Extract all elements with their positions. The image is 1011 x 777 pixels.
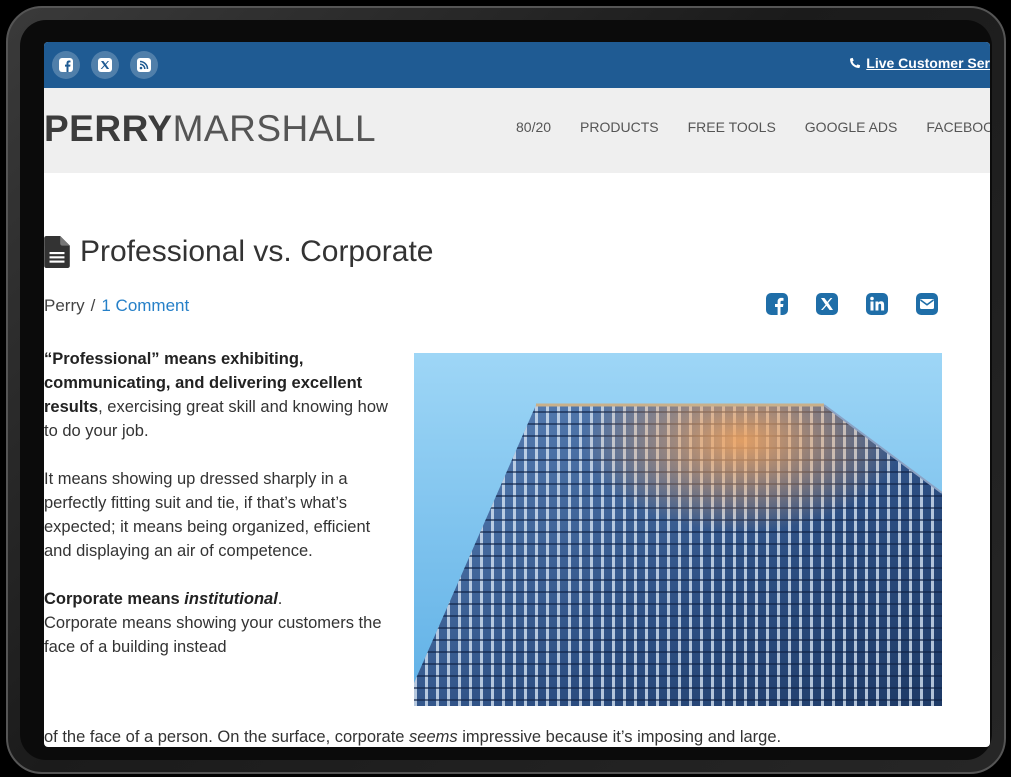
site-logo[interactable]: PERRYMARSHALL [44, 108, 376, 150]
nav-item-products[interactable]: PRODUCTS [580, 119, 659, 135]
main-nav: 80/20 PRODUCTS FREE TOOLS GOOGLE ADS FAC… [516, 119, 990, 135]
p3-text: Corporate means showing your customers t… [44, 614, 382, 656]
p3-bold-italic: institutional [184, 590, 278, 608]
site-header: PERRYMARSHALL 80/20 PRODUCTS FREE TOOLS … [44, 88, 990, 173]
post-body-column: “Professional” means exhibiting, communi… [44, 347, 389, 659]
p3-wide-emphasis: seems [409, 728, 458, 746]
x-icon[interactable] [91, 51, 119, 79]
p3-period: . [277, 590, 283, 608]
post-title: Professional vs. Corporate [80, 235, 434, 268]
comments-link[interactable]: 1 Comment [101, 296, 189, 315]
paragraph-2: It means showing up dressed sharply in a… [44, 470, 371, 560]
share-facebook-icon[interactable] [765, 292, 789, 316]
p3-bold-lead: Corporate means [44, 590, 185, 608]
live-customer-service-link[interactable]: Live Customer Ser [848, 55, 990, 71]
logo-light-text: MARSHALL [172, 108, 377, 149]
p3-wide-text-a: of the face of a person. On the surface,… [44, 728, 410, 746]
paragraph-1: “Professional” means exhibiting, communi… [44, 347, 389, 443]
paragraph-3-continued: of the face of a person. On the surface,… [44, 725, 990, 747]
rss-icon[interactable] [130, 51, 158, 79]
byline-separator: / [90, 296, 96, 315]
building-photo [414, 353, 942, 706]
share-linkedin-icon[interactable] [865, 292, 889, 316]
phone-icon [850, 57, 861, 68]
document-icon [44, 236, 70, 268]
p3-bold-text: Corporate means institutional [44, 590, 278, 608]
p3-wide-text-b: impressive because it’s imposing and lar… [457, 728, 782, 746]
live-link-label: Live Customer Ser [866, 55, 990, 71]
skyscraper-image [414, 353, 942, 706]
share-buttons [765, 292, 939, 316]
logo-bold-text: PERRY [44, 108, 173, 149]
paragraph-3: Corporate means institutional. Corporate … [44, 587, 389, 659]
facebook-icon[interactable] [52, 51, 80, 79]
nav-item-google-ads[interactable]: GOOGLE ADS [805, 119, 898, 135]
browser-screen: Live Customer Ser PERRYMARSHALL 80/20 PR… [44, 42, 990, 747]
post-title-row: Professional vs. Corporate [44, 235, 434, 269]
nav-item-facebook[interactable]: FACEBOO [926, 119, 990, 135]
post-author[interactable]: Perry [44, 296, 85, 315]
nav-item-free-tools[interactable]: FREE TOOLS [688, 119, 776, 135]
utility-bar: Live Customer Ser [44, 42, 990, 88]
share-x-icon[interactable] [815, 292, 839, 316]
nav-item-8020[interactable]: 80/20 [516, 119, 551, 135]
post-byline: Perry / 1 Comment [44, 296, 189, 316]
share-email-icon[interactable] [915, 292, 939, 316]
